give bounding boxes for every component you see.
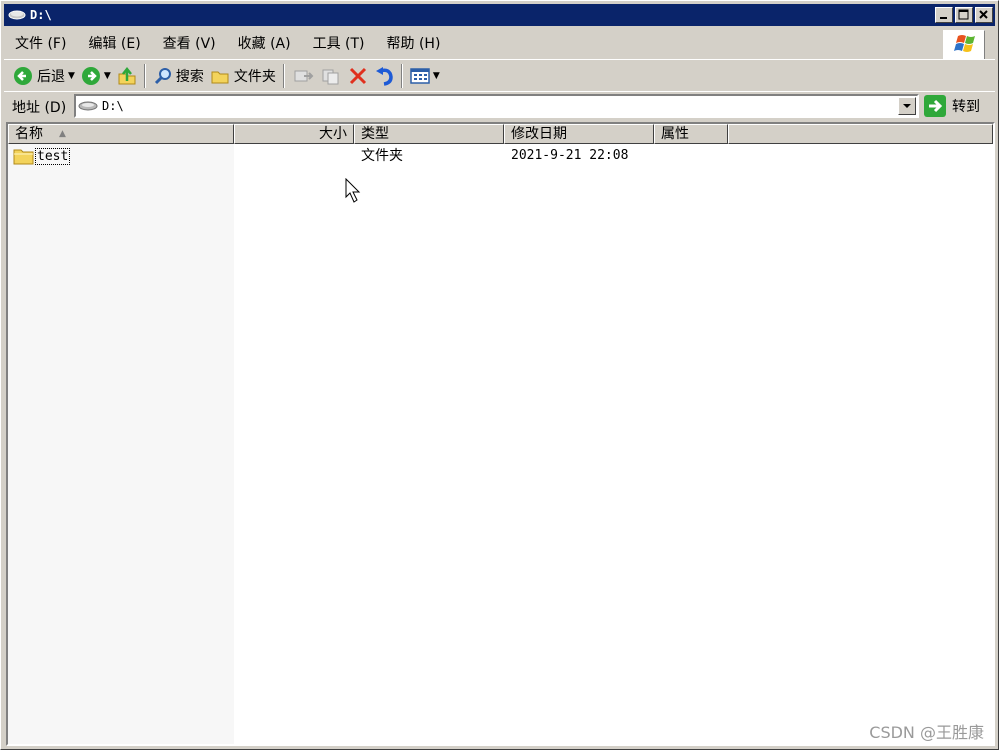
menu-bar: 文件 (F) 编辑 (E) 查看 (V) 收藏 (A) 工具 (T) 帮助 (H… [4, 29, 995, 60]
windows-logo-icon [943, 30, 985, 60]
menu-edit[interactable]: 编辑 (E) [77, 32, 151, 56]
copy-to-button[interactable] [317, 63, 345, 89]
search-icon [154, 67, 171, 84]
move-to-button[interactable] [289, 63, 317, 89]
back-label: 后退 [37, 68, 65, 85]
forward-dropdown-icon[interactable]: ▼ [104, 71, 111, 81]
forward-button[interactable]: ▼ [78, 63, 114, 89]
explorer-window: D:\ 文件 (F) 编辑 (E) 查看 (V) 收藏 (A) 工具 (T) 帮… [0, 0, 999, 750]
views-grid-icon [410, 67, 430, 84]
list-item-type: 文件夹 [361, 148, 403, 164]
menu-view[interactable]: 查看 (V) [152, 32, 227, 56]
forward-arrow-icon [81, 66, 100, 85]
column-header-size-label: 大小 [319, 126, 347, 142]
list-item-name: test [35, 147, 71, 165]
address-value: D:\ [102, 99, 124, 113]
watermark-text: CSDN @王胜康 [869, 723, 984, 742]
menu-favorites[interactable]: 收藏 (A) [227, 32, 302, 56]
maximize-button[interactable] [955, 7, 973, 23]
minimize-button[interactable] [935, 7, 953, 23]
toolbar-separator [400, 63, 403, 88]
copy-to-icon [322, 69, 339, 84]
folders-button[interactable]: 文件夹 [207, 63, 279, 89]
column-header-filler [728, 124, 993, 144]
column-header-name-label: 名称 [15, 126, 43, 142]
search-label: 搜索 [175, 68, 204, 85]
column-header-attributes-label: 属性 [661, 126, 689, 142]
standard-toolbar: 后退 ▼ ▼ 搜索 文件夹 ▼ [4, 59, 995, 91]
views-button[interactable]: ▼ [407, 63, 443, 89]
menu-tools[interactable]: 工具 (T) [302, 32, 376, 56]
move-to-icon [294, 70, 314, 81]
menu-file[interactable]: 文件 (F) [4, 32, 77, 56]
folders-label: 文件夹 [233, 68, 276, 85]
folder-icon [211, 71, 229, 83]
column-header-modified[interactable]: 修改日期 [504, 124, 654, 144]
back-button[interactable]: 后退 ▼ [10, 63, 78, 89]
sorted-column-shading [8, 144, 234, 744]
address-label: 地址 (D) [12, 99, 67, 116]
mouse-pointer-icon [345, 177, 363, 208]
sort-ascending-icon: ▲ [59, 129, 66, 139]
column-header-name[interactable]: 名称 ▲ [8, 124, 234, 144]
list-item-modified: 2021-9-21 22:08 [511, 148, 629, 163]
go-label: 转到 [952, 99, 980, 115]
undo-icon [375, 66, 393, 86]
delete-button[interactable] [345, 63, 371, 89]
toolbar-separator [143, 63, 146, 88]
address-input[interactable]: D:\ [74, 94, 919, 118]
drive-icon [8, 9, 26, 21]
window-title: D:\ [30, 8, 52, 22]
list-item-name-cell[interactable]: test [13, 146, 71, 166]
up-folder-icon [118, 66, 136, 84]
undo-button[interactable] [371, 63, 397, 89]
up-folder-button[interactable] [114, 63, 140, 89]
chevron-down-icon [903, 104, 911, 108]
go-arrow-icon [924, 95, 946, 117]
go-button[interactable]: 转到 [924, 95, 980, 117]
address-bar: 地址 (D) D:\ 转到 [4, 91, 995, 121]
address-dropdown-button[interactable] [898, 97, 916, 115]
column-header-type-label: 类型 [361, 126, 389, 142]
column-header-type[interactable]: 类型 [354, 124, 504, 144]
file-list[interactable]: 名称 ▲ 大小 类型 修改日期 属性 test 文件夹 2021-9-21 22… [6, 122, 995, 746]
menu-help[interactable]: 帮助 (H) [376, 32, 452, 56]
delete-x-icon [349, 67, 366, 84]
toolbar-separator [282, 63, 285, 88]
back-dropdown-icon[interactable]: ▼ [68, 71, 75, 81]
column-header-attributes[interactable]: 属性 [654, 124, 728, 144]
drive-icon [78, 101, 98, 111]
list-item[interactable]: test 文件夹 2021-9-21 22:08 [8, 146, 993, 166]
list-item-size [234, 146, 348, 166]
folder-icon [13, 149, 34, 165]
back-arrow-icon [14, 66, 32, 85]
views-dropdown-icon[interactable]: ▼ [433, 71, 440, 81]
title-bar[interactable]: D:\ [4, 4, 995, 26]
column-header-size[interactable]: 大小 [234, 124, 354, 144]
list-header: 名称 ▲ 大小 类型 修改日期 属性 [8, 124, 993, 144]
close-button[interactable] [975, 7, 993, 23]
column-header-modified-label: 修改日期 [511, 126, 567, 142]
search-button[interactable]: 搜索 [150, 63, 207, 89]
